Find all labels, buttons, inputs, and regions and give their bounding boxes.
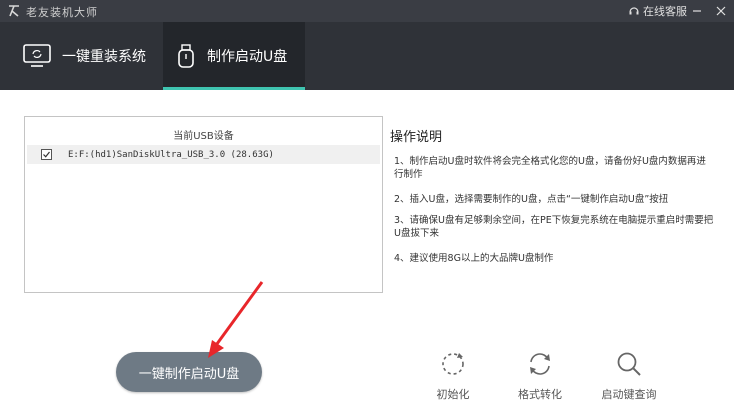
instructions-title: 操作说明 [390, 130, 443, 145]
app-title: 老友装机大师 [26, 6, 98, 19]
instruction-item: 4、建议使用8G以上的大品牌U盘制作 [394, 253, 554, 264]
online-support-label: 在线客服 [643, 5, 687, 18]
active-tab-indicator [163, 87, 305, 90]
tool-label: 格式转化 [518, 388, 562, 400]
title-bar: 老友装机大师 在线客服 [0, 0, 734, 22]
close-button[interactable] [712, 2, 730, 20]
instruction-item: 1、制作启动U盘时软件将会完全格式化您的U盘，请备份好U盘内数据再进行制作 [394, 156, 706, 180]
format-convert-tool[interactable]: 格式转化 [500, 350, 580, 400]
minimize-button[interactable] [688, 2, 706, 20]
list-item[interactable]: E:F:(hd1)SanDiskUltra_USB_3.0 (28.63G) [27, 145, 380, 164]
headset-icon [629, 7, 639, 15]
minimize-icon [693, 10, 701, 12]
tab-label: 制作启动U盘 [207, 49, 288, 65]
device-name: E:F:(hd1)SanDiskUltra_USB_3.0 (28.63G) [68, 149, 274, 160]
device-checkbox[interactable] [41, 149, 52, 160]
instruction-item: 2、插入U盘，选择需要制作的U盘，点击“一键制作启动U盘”按扭 [394, 194, 669, 205]
tab-make-boot-usb[interactable]: 制作启动U盘 [163, 22, 305, 90]
usb-drive-icon [178, 44, 194, 68]
check-icon [43, 151, 50, 158]
search-icon [617, 352, 641, 376]
usb-device-list[interactable]: 当前USB设备 E:F:(hd1)SanDiskUltra_USB_3.0 (2… [24, 116, 383, 293]
annotation-arrow-icon [208, 281, 264, 358]
make-boot-usb-label: 一键制作启动U盘 [138, 366, 240, 382]
monitor-icon [23, 44, 51, 67]
tool-label: 初始化 [436, 388, 470, 400]
online-support-link[interactable]: 在线客服 [628, 3, 687, 19]
initialize-tool[interactable]: 初始化 [413, 350, 493, 400]
tool-label: 启动键查询 [601, 388, 657, 400]
app-logo-icon [9, 5, 19, 17]
boot-key-query-tool[interactable]: 启动键查询 [589, 350, 669, 400]
convert-icon [530, 353, 550, 375]
close-icon [716, 6, 726, 16]
header: 一键重装系统 制作启动U盘 [0, 22, 734, 90]
instruction-item: 3、请确保U盘有足够剩余空间，在PE下恢复完系统在电脑提示重启时需要把U盘拔下来 [394, 215, 714, 239]
refresh-icon [442, 353, 464, 375]
tab-label: 一键重装系统 [62, 49, 146, 65]
tab-one-click-reinstall[interactable]: 一键重装系统 [10, 22, 160, 90]
device-list-header: 当前USB设备 [173, 131, 234, 142]
